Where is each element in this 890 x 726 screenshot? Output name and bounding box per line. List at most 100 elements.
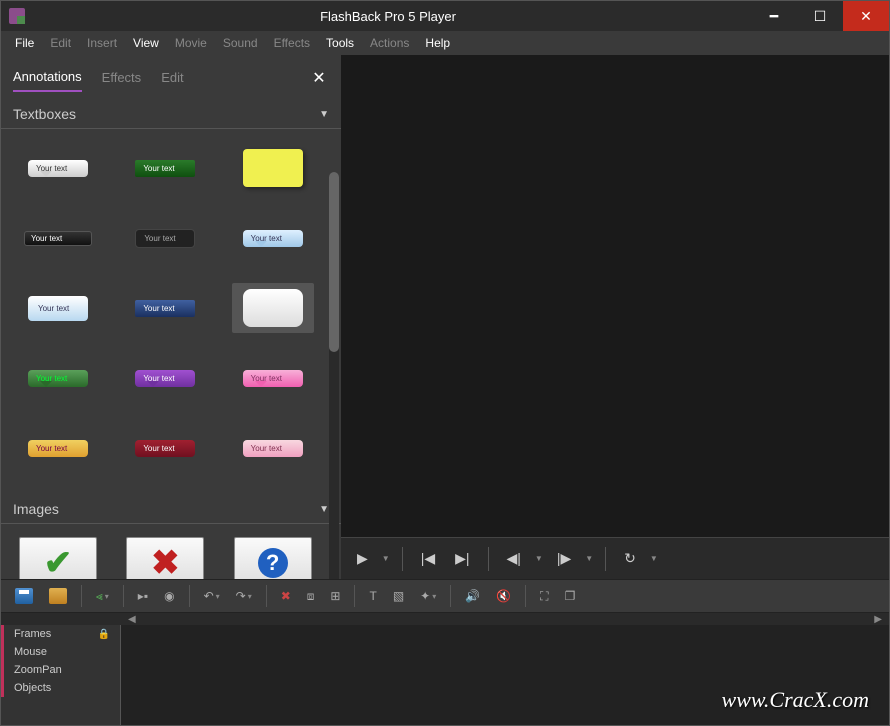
separator	[81, 585, 82, 607]
textbox-preview: Your text	[28, 370, 88, 387]
track-objects[interactable]: Objects	[1, 679, 120, 697]
textbox-thumb-0[interactable]: Your text	[17, 143, 99, 193]
volume-up-button[interactable]: 🔊	[459, 585, 486, 607]
textbox-preview: Your text	[135, 300, 195, 317]
textbox-thumb-11[interactable]: Your text	[232, 353, 314, 403]
menu-file[interactable]: File	[9, 34, 40, 52]
track-frames[interactable]: Frames 🔒	[1, 625, 120, 643]
maximize-button[interactable]: ☐	[797, 1, 843, 31]
menu-actions[interactable]: Actions	[364, 34, 415, 52]
cross-icon: ✖	[126, 537, 204, 579]
textbox-thumb-4[interactable]: Your text	[124, 213, 206, 263]
textbox-thumb-13[interactable]: Your text	[124, 423, 206, 473]
panel-close-button[interactable]: ✕	[309, 68, 329, 88]
vertical-scrollbar[interactable]	[329, 172, 339, 579]
export-video-button[interactable]: ▸▪	[132, 585, 154, 607]
separator	[525, 585, 526, 607]
section-images-label: Images	[13, 501, 59, 517]
titlebar[interactable]: FlashBack Pro 5 Player ━ ☐ ✕	[1, 1, 889, 31]
caret-icon[interactable]: ▼	[650, 554, 658, 563]
textbox-thumb-2[interactable]	[232, 143, 314, 193]
textbox-thumb-5[interactable]: Your text	[232, 213, 314, 263]
textbox-thumb-12[interactable]: Your text	[17, 423, 99, 473]
cascade-button[interactable]: ❐	[559, 585, 582, 607]
crop-button[interactable]: ⧈	[301, 585, 321, 608]
check-icon: ✔	[19, 537, 97, 579]
snapshot-button[interactable]: ◉	[158, 585, 180, 607]
menu-tools[interactable]: Tools	[320, 34, 360, 52]
caret-icon[interactable]: ▼	[585, 554, 593, 563]
menu-help[interactable]: Help	[419, 34, 456, 52]
scrollbar-thumb[interactable]	[329, 172, 339, 352]
image-button[interactable]: ▧	[387, 585, 410, 607]
section-images[interactable]: Images ▼	[1, 495, 341, 524]
separator	[450, 585, 451, 607]
menu-sound[interactable]: Sound	[217, 34, 264, 52]
share-button[interactable]: ⪡▾	[90, 585, 115, 608]
fit-button[interactable]: ⛶	[534, 585, 554, 608]
body-area: Annotations Effects Edit ✕ Textboxes ▼ Y…	[1, 55, 889, 579]
goto-end-button[interactable]: ▶|	[449, 546, 475, 571]
textbox-preview	[243, 289, 303, 327]
image-thumb-question[interactable]: ?	[232, 538, 314, 579]
menu-insert[interactable]: Insert	[81, 34, 123, 52]
textbox-thumb-6[interactable]: Your text	[17, 283, 99, 333]
step-back-button[interactable]: ◀|	[501, 546, 527, 571]
mute-button[interactable]: 🔇	[490, 585, 517, 607]
textbox-preview: Your text	[135, 160, 195, 177]
textbox-thumb-7[interactable]: Your text	[124, 283, 206, 333]
timeline-tracks[interactable]: www.CracX.com	[121, 625, 889, 725]
image-thumb-check[interactable]: ✔	[17, 538, 99, 579]
tab-effects[interactable]: Effects	[102, 64, 142, 91]
section-textboxes[interactable]: Textboxes ▼	[1, 100, 341, 129]
window-controls: ━ ☐ ✕	[751, 1, 889, 31]
separator	[123, 585, 124, 607]
track-zoompan[interactable]: ZoomPan	[1, 661, 120, 679]
textbox-preview: Your text	[243, 440, 303, 457]
app-icon	[9, 8, 25, 24]
image-thumb-cross[interactable]: ✖	[124, 538, 206, 579]
tab-annotations[interactable]: Annotations	[13, 63, 82, 92]
undo-button[interactable]: ↶▾	[198, 585, 226, 607]
menu-view[interactable]: View	[127, 34, 165, 52]
menu-movie[interactable]: Movie	[169, 34, 213, 52]
split-button[interactable]: ⊞	[324, 585, 346, 607]
separator	[354, 585, 355, 607]
goto-start-button[interactable]: |◀	[415, 546, 441, 571]
playback-controls: ▶ ▼ |◀ ▶| ◀| ▼ |▶ ▼ ↻ ▼	[341, 537, 889, 579]
step-forward-button[interactable]: |▶	[551, 546, 577, 571]
textbox-preview: Your text	[243, 230, 303, 247]
timeline-hscroll[interactable]: ◀ ▶	[1, 613, 889, 625]
play-menu-caret[interactable]: ▼	[382, 554, 390, 563]
textbox-thumb-9[interactable]: Your text	[17, 353, 99, 403]
textbox-thumb-3[interactable]: Your text	[17, 213, 99, 263]
save-button[interactable]	[9, 584, 39, 608]
effects-button[interactable]: ✦▾	[414, 585, 442, 607]
lock-icon[interactable]: 🔒	[98, 629, 110, 640]
tab-edit[interactable]: Edit	[161, 64, 183, 91]
delete-button[interactable]: ✖	[275, 585, 297, 607]
textbox-preview	[243, 149, 303, 187]
track-mouse[interactable]: Mouse	[1, 643, 120, 661]
text-button[interactable]: T	[363, 585, 382, 607]
menu-edit[interactable]: Edit	[44, 34, 77, 52]
textbox-thumb-10[interactable]: Your text	[124, 353, 206, 403]
textbox-preview: Your text	[135, 229, 195, 248]
textbox-thumb-14[interactable]: Your text	[232, 423, 314, 473]
textbox-thumb-1[interactable]: Your text	[124, 143, 206, 193]
caret-icon[interactable]: ▼	[535, 554, 543, 563]
close-button[interactable]: ✕	[843, 1, 889, 31]
minimize-button[interactable]: ━	[751, 1, 797, 31]
section-textboxes-label: Textboxes	[13, 106, 76, 122]
open-button[interactable]	[43, 584, 73, 608]
app-window: FlashBack Pro 5 Player ━ ☐ ✕ File Edit I…	[0, 0, 890, 726]
separator	[189, 585, 190, 607]
redo-button[interactable]: ↷▾	[230, 585, 258, 607]
menubar: File Edit Insert View Movie Sound Effect…	[1, 31, 889, 55]
preview-canvas[interactable]	[341, 55, 889, 537]
track-objects-label: Objects	[14, 682, 51, 694]
textbox-thumb-8[interactable]	[232, 283, 314, 333]
loop-button[interactable]: ↻	[618, 546, 642, 571]
play-button[interactable]: ▶	[351, 546, 374, 571]
menu-effects[interactable]: Effects	[268, 34, 316, 52]
